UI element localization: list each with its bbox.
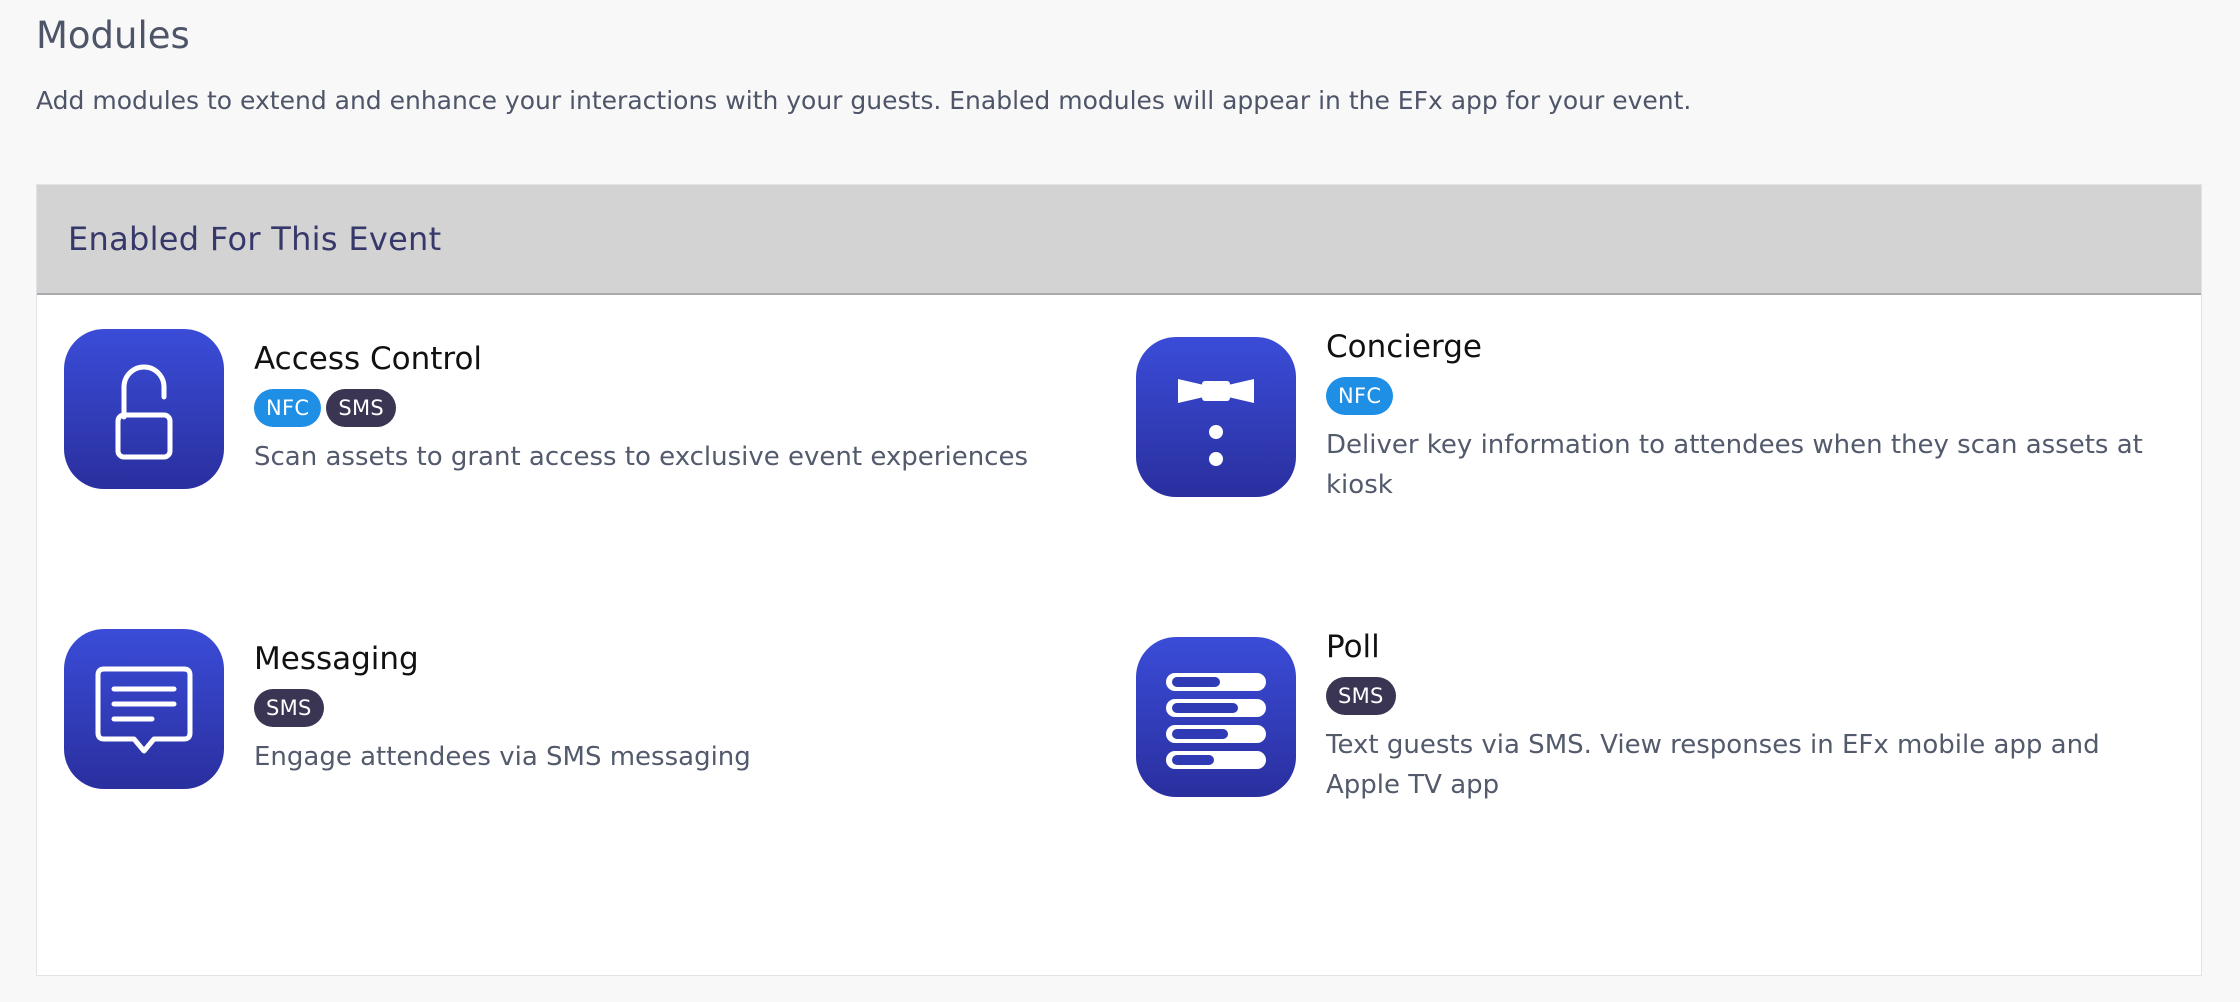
module-access-control[interactable]: Access Control NFC SMS Scan assets to gr… <box>64 329 1084 489</box>
message-icon <box>95 666 193 754</box>
badge-list: SMS <box>254 689 751 727</box>
module-name[interactable]: Poll <box>1326 629 2146 665</box>
panel-title: Enabled For This Event <box>68 220 442 258</box>
badge-list: NFC <box>1326 377 2146 415</box>
module-description: Scan assets to grant access to exclusive… <box>254 442 1029 472</box>
module-icon-access-control[interactable] <box>64 329 224 489</box>
module-icon-concierge[interactable] <box>1136 337 1296 497</box>
page-description: Add modules to extend and enhance your i… <box>36 86 1692 115</box>
module-icon-messaging[interactable] <box>64 629 224 789</box>
module-description: Text guests via SMS. View responses in E… <box>1326 730 2100 800</box>
badge-list: SMS <box>1326 677 2146 715</box>
sms-badge: SMS <box>254 689 324 727</box>
lock-icon <box>115 364 173 460</box>
module-messaging[interactable]: Messaging SMS Engage attendees via SMS m… <box>64 629 1084 789</box>
module-body: Access Control NFC SMS Scan assets to gr… <box>254 341 1028 477</box>
module-poll[interactable]: Poll SMS Text guests via SMS. View respo… <box>1136 629 2166 805</box>
enabled-modules-panel: Enabled For This Event Access Control NF… <box>36 184 2202 976</box>
module-description: Deliver key information to attendees whe… <box>1326 430 2143 500</box>
bowtie-icon <box>1178 379 1254 466</box>
sms-badge: SMS <box>1326 677 1396 715</box>
module-name[interactable]: Messaging <box>254 641 751 677</box>
nfc-badge: NFC <box>1326 377 1394 415</box>
nfc-badge: NFC <box>254 389 322 427</box>
poll-icon <box>1166 673 1266 769</box>
module-icon-poll[interactable] <box>1136 637 1296 797</box>
module-body: Messaging SMS Engage attendees via SMS m… <box>254 641 751 777</box>
module-concierge[interactable]: Concierge NFC Deliver key information to… <box>1136 329 2166 505</box>
module-description: Engage attendees via SMS messaging <box>254 742 751 772</box>
panel-header: Enabled For This Event <box>37 185 2201 295</box>
module-name[interactable]: Access Control <box>254 341 1028 377</box>
module-name[interactable]: Concierge <box>1326 329 2146 365</box>
badge-list: NFC SMS <box>254 389 1028 427</box>
sms-badge: SMS <box>326 389 397 427</box>
module-body: Concierge NFC Deliver key information to… <box>1326 329 2146 505</box>
module-body: Poll SMS Text guests via SMS. View respo… <box>1326 629 2146 805</box>
page-title: Modules <box>36 14 190 57</box>
modules-page: Modules Add modules to extend and enhanc… <box>0 0 2240 1002</box>
